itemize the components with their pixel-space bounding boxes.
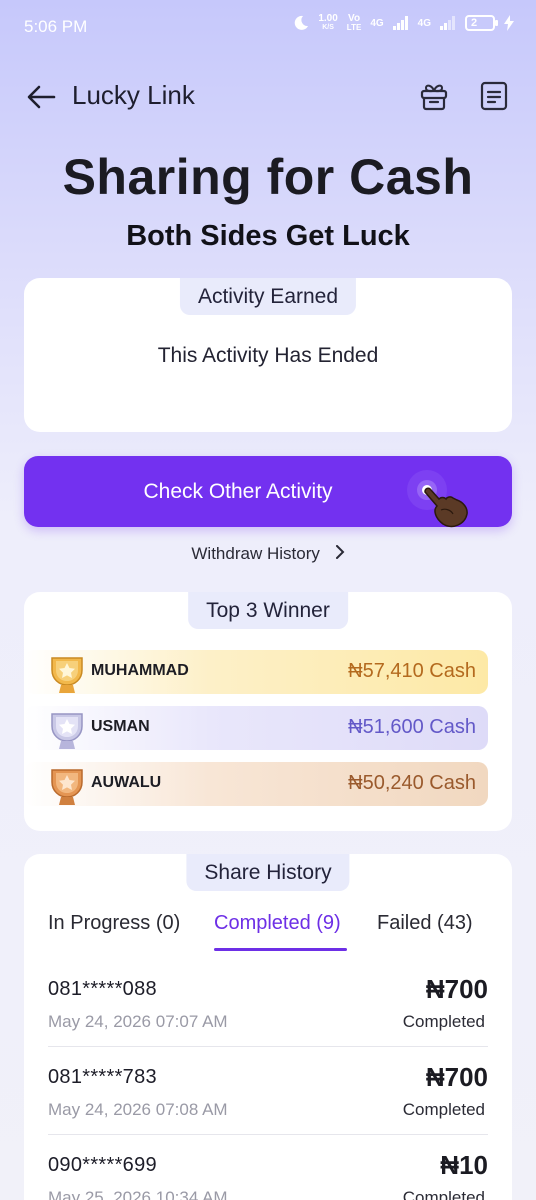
network-type-2: 4G [417, 17, 431, 29]
network-type-1: 4G [370, 17, 384, 29]
history-status: Completed [402, 1012, 485, 1031]
activity-earned-card: Activity Earned This Activity Has Ended [24, 278, 512, 432]
history-date: May 25, 2026 10:34 AM [48, 1188, 228, 1200]
chevron-right-icon [335, 544, 345, 564]
winner-amount: ₦57,410 Cash [348, 660, 476, 682]
history-row[interactable]: 090*****699 May 25, 2026 10:34 AM ₦10 Co… [48, 1150, 488, 1200]
silver-trophy-icon [51, 713, 83, 749]
gift-icon [420, 84, 448, 111]
volte-indicator: Vo LTE [346, 13, 362, 33]
row-divider [48, 1134, 488, 1135]
charging-icon [504, 15, 514, 31]
history-value: ₦700 [425, 1062, 488, 1092]
history-tabs: In Progress (0) Completed (9) Failed (43… [24, 912, 512, 952]
moon-icon [295, 15, 309, 30]
bronze-trophy-icon [51, 769, 83, 805]
history-phone: 081*****783 [48, 1066, 157, 1088]
status-time: 5:06 PM [24, 17, 88, 36]
history-row[interactable]: 081*****783 May 24, 2026 07:08 AM ₦700 C… [48, 1062, 488, 1154]
status-icons: 1.00 K/S Vo LTE 4G 4G 2 [293, 14, 514, 32]
notes-button[interactable] [478, 80, 510, 112]
pointing-hand-icon [407, 470, 468, 528]
winner-amount: ₦51,600 Cash [348, 716, 476, 738]
gold-trophy-icon [51, 657, 83, 693]
check-other-activity-label: Check Other Activity [143, 480, 333, 503]
check-other-activity-button[interactable]: Check Other Activity [24, 456, 512, 528]
signal-icon [392, 16, 408, 30]
hero-title: Sharing for Cash [62, 149, 474, 205]
history-row[interactable]: 081*****088 May 24, 2026 07:07 AM ₦700 C… [48, 974, 488, 1066]
signal-icon-2 [440, 16, 455, 30]
row-divider [48, 1046, 488, 1047]
back-button[interactable] [24, 80, 58, 114]
hero-subtitle: Both Sides Get Luck [126, 220, 410, 252]
withdraw-history-link[interactable]: Withdraw History [0, 544, 536, 564]
winner-row: MUHAMMAD ₦57,410 Cash [24, 650, 488, 694]
app-header: Lucky Link [0, 70, 536, 122]
winner-row: AUWALU ₦50,240 Cash [24, 762, 488, 806]
winner-amount: ₦50,240 Cash [348, 772, 476, 794]
history-date: May 24, 2026 07:07 AM [48, 1012, 228, 1031]
winner-name: MUHAMMAD [91, 662, 189, 679]
history-phone: 081*****088 [48, 978, 157, 1000]
winner-name: AUWALU [91, 774, 162, 791]
volte-bottom: LTE [346, 23, 362, 32]
gift-button[interactable] [418, 80, 450, 112]
tab-in-progress[interactable]: In Progress (0) [48, 912, 180, 935]
share-history-card: Share History In Progress (0) Completed … [24, 854, 512, 1200]
page-title: Lucky Link [72, 80, 195, 110]
volte-top: Vo [348, 13, 361, 24]
winner-name: USMAN [91, 718, 150, 735]
history-value: ₦700 [425, 974, 488, 1004]
history-phone: 090*****699 [48, 1154, 157, 1176]
document-icon [480, 81, 508, 111]
history-date: May 24, 2026 07:08 AM [48, 1100, 228, 1119]
history-status: Completed [402, 1188, 485, 1200]
history-status: Completed [402, 1100, 485, 1119]
activity-ended-message: This Activity Has Ended [157, 344, 379, 367]
tab-failed[interactable]: Failed (43) [377, 912, 473, 935]
active-tab-indicator [214, 948, 347, 951]
battery-icon: 2 [465, 15, 498, 31]
status-bar: 5:06 PM 1.00 K/S Vo LTE 4G 4G 2 [0, 0, 536, 54]
withdraw-history-label: Withdraw History [191, 544, 320, 563]
top-winners-tab: Top 3 Winner [188, 592, 348, 629]
winner-row: USMAN ₦51,600 Cash [24, 706, 488, 750]
tab-completed[interactable]: Completed (9) [214, 912, 341, 935]
network-speed-value: 1.00 [318, 13, 338, 24]
history-value: ₦10 [440, 1150, 488, 1180]
share-history-tab: Share History [186, 854, 350, 891]
arrow-left-icon [27, 85, 56, 109]
network-speed: 1.00 K/S [318, 14, 337, 32]
network-speed-unit: K/S [322, 24, 334, 31]
activity-earned-tab: Activity Earned [179, 278, 357, 315]
battery-level: 2 [471, 17, 478, 29]
